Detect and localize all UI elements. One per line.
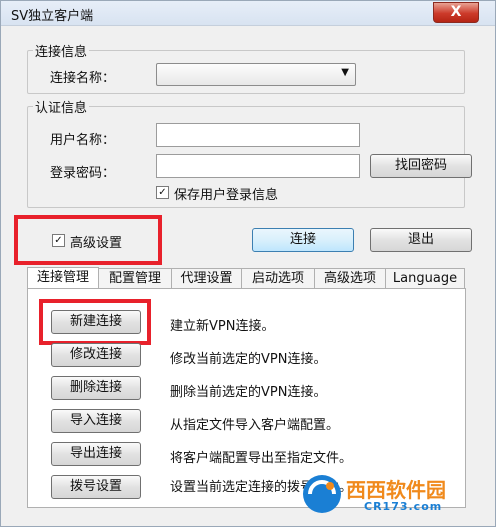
watermark-brand: 西西软件园 <box>346 478 446 502</box>
new-connection-button[interactable]: 新建连接 <box>51 310 141 334</box>
connection-info-label: 连接信息 <box>33 41 90 60</box>
edit-connection-button[interactable]: 修改连接 <box>51 343 141 367</box>
export-connection-desc: 将客户端配置导出至指定文件。 <box>170 451 353 466</box>
delete-connection-desc: 删除当前选定的VPN连接。 <box>170 385 327 400</box>
import-connection-desc: 从指定文件导入客户端配置。 <box>170 418 340 433</box>
edit-connection-desc: 修改当前选定的VPN连接。 <box>170 352 327 367</box>
connection-name-select[interactable]: ▼ <box>156 63 356 86</box>
advanced-settings-label: 高级设置 <box>70 236 123 251</box>
chevron-down-icon: ▼ <box>341 67 349 78</box>
connect-button[interactable]: 连接 <box>252 228 354 252</box>
save-login-checkbox[interactable]: ✓ <box>156 186 169 199</box>
save-login-label: 保存用户登录信息 <box>174 188 279 203</box>
password-input[interactable] <box>156 154 360 178</box>
username-input[interactable] <box>156 123 360 147</box>
connection-name-label: 连接名称： <box>50 71 116 86</box>
watermark-logo: 西西软件园 CR173.com <box>300 472 480 516</box>
tab-startup-options[interactable]: 启动选项 <box>241 268 315 288</box>
tab-language[interactable]: Language <box>385 268 465 288</box>
tab-advanced-options[interactable]: 高级选项 <box>314 268 386 288</box>
new-connection-desc: 建立新VPN连接。 <box>170 319 275 334</box>
dial-settings-button[interactable]: 拨号设置 <box>51 475 141 499</box>
recover-password-button[interactable]: 找回密码 <box>370 154 472 178</box>
watermark-url: CR173.com <box>364 500 443 513</box>
exit-button[interactable]: 退出 <box>370 228 472 252</box>
advanced-settings-checkbox[interactable]: ✓ <box>52 234 65 247</box>
tab-connection-management[interactable]: 连接管理 <box>27 267 99 289</box>
window-title: SV独立客户端 <box>11 9 94 24</box>
import-connection-button[interactable]: 导入连接 <box>51 409 141 433</box>
tab-proxy-settings[interactable]: 代理设置 <box>171 268 242 288</box>
username-label: 用户名称： <box>50 133 116 148</box>
password-label: 登录密码： <box>50 166 116 181</box>
delete-connection-button[interactable]: 删除连接 <box>51 376 141 400</box>
export-connection-button[interactable]: 导出连接 <box>51 442 141 466</box>
close-button[interactable]: X <box>433 2 479 23</box>
auth-info-label: 认证信息 <box>33 97 90 116</box>
tab-config-management[interactable]: 配置管理 <box>98 268 172 288</box>
title-bar: SV独立客户端 X <box>1 1 495 26</box>
